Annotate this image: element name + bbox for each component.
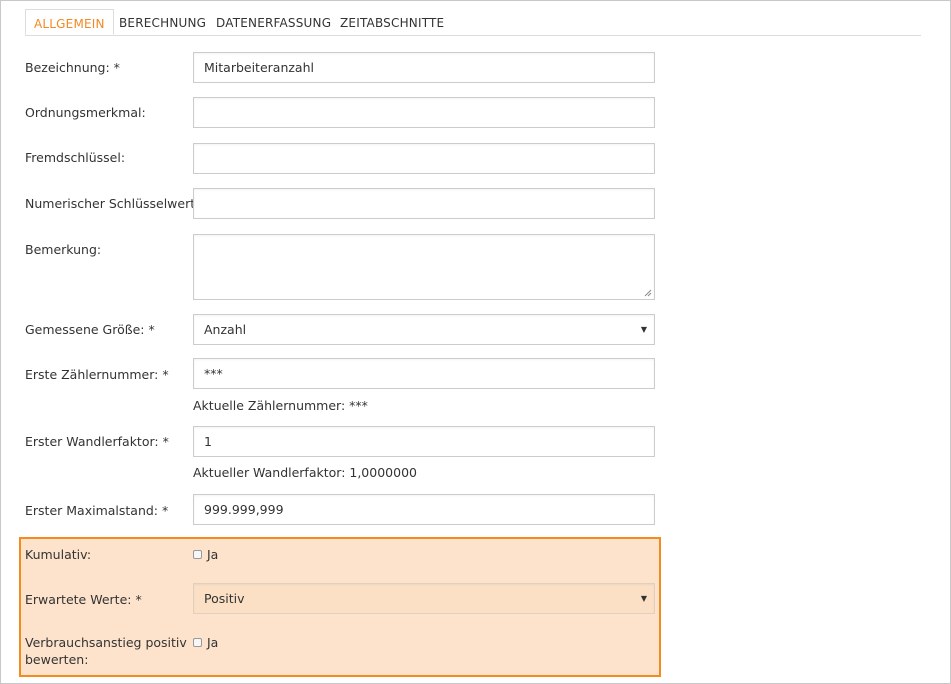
erster-wandlerfaktor-input[interactable]: 1: [193, 426, 655, 457]
bemerkung-textarea[interactable]: [193, 234, 655, 300]
ordnungsmerkmal-label: Ordnungsmerkmal:: [25, 105, 146, 120]
aktueller-wandlerfaktor-hint: Aktueller Wandlerfaktor: 1,0000000: [193, 465, 417, 480]
numerischer-schluesselwert-label: Numerischer Schlüsselwert:: [25, 196, 200, 211]
gemessene-groesse-value: Anzahl: [204, 322, 247, 337]
kumulativ-checkbox-label: Ja: [207, 547, 219, 562]
erster-maximalstand-input[interactable]: 999.999,999: [193, 494, 655, 525]
erwartete-werte-value: Positiv: [204, 591, 245, 606]
ordnungsmerkmal-input[interactable]: [193, 97, 655, 128]
fremdschluessel-input[interactable]: [193, 143, 655, 174]
kumulativ-label: Kumulativ:: [25, 547, 92, 562]
bezeichnung-input[interactable]: Mitarbeiteranzahl: [193, 52, 655, 83]
bemerkung-label: Bemerkung:: [25, 242, 102, 257]
tab-berechnung[interactable]: BERECHNUNG: [119, 9, 206, 35]
kumulativ-checkbox[interactable]: [193, 550, 202, 559]
fremdschluessel-label: Fremdschlüssel:: [25, 150, 126, 165]
numerischer-schluesselwert-input[interactable]: [193, 188, 655, 219]
verbrauchsanstieg-label: Verbrauchsanstieg positiv bewerten:: [25, 634, 187, 668]
bezeichnung-label: Bezeichnung: *: [25, 60, 120, 75]
verbrauchsanstieg-checkbox-label: Ja: [207, 635, 219, 650]
erste-zaehlernummer-label: Erste Zählernummer: *: [25, 367, 169, 382]
gemessene-groesse-label: Gemessene Größe: *: [25, 322, 155, 337]
dropdown-arrow-icon: ▼: [640, 594, 647, 603]
tab-allgemein[interactable]: ALLGEMEIN: [25, 9, 114, 35]
dropdown-arrow-icon: ▼: [640, 325, 647, 334]
verbrauchsanstieg-label-line1: Verbrauchsanstieg positiv: [25, 635, 187, 650]
erste-zaehlernummer-input[interactable]: ***: [193, 358, 655, 389]
erwartete-werte-label: Erwartete Werte: *: [25, 592, 142, 607]
aktuelle-zaehlernummer-hint: Aktuelle Zählernummer: ***: [193, 398, 368, 413]
verbrauchsanstieg-label-line2: bewerten:: [25, 652, 89, 667]
verbrauchsanstieg-checkbox[interactable]: [193, 638, 202, 647]
tab-bar: ALLGEMEIN BERECHNUNG DATENERFASSUNG ZEIT…: [25, 9, 921, 36]
verbrauchsanstieg-checkbox-group: Ja: [193, 635, 218, 650]
erster-wandlerfaktor-label: Erster Wandlerfaktor: *: [25, 434, 169, 449]
erwartete-werte-select[interactable]: Positiv ▼: [193, 583, 655, 614]
resize-grip-icon[interactable]: [644, 289, 652, 297]
gemessene-groesse-select[interactable]: Anzahl ▼: [193, 314, 655, 345]
tab-zeitabschnitte[interactable]: ZEITABSCHNITTE: [340, 9, 444, 35]
tab-datenerfassung[interactable]: DATENERFASSUNG: [216, 9, 331, 35]
kumulativ-checkbox-group: Ja: [193, 547, 218, 562]
erster-maximalstand-label: Erster Maximalstand: *: [25, 503, 169, 518]
